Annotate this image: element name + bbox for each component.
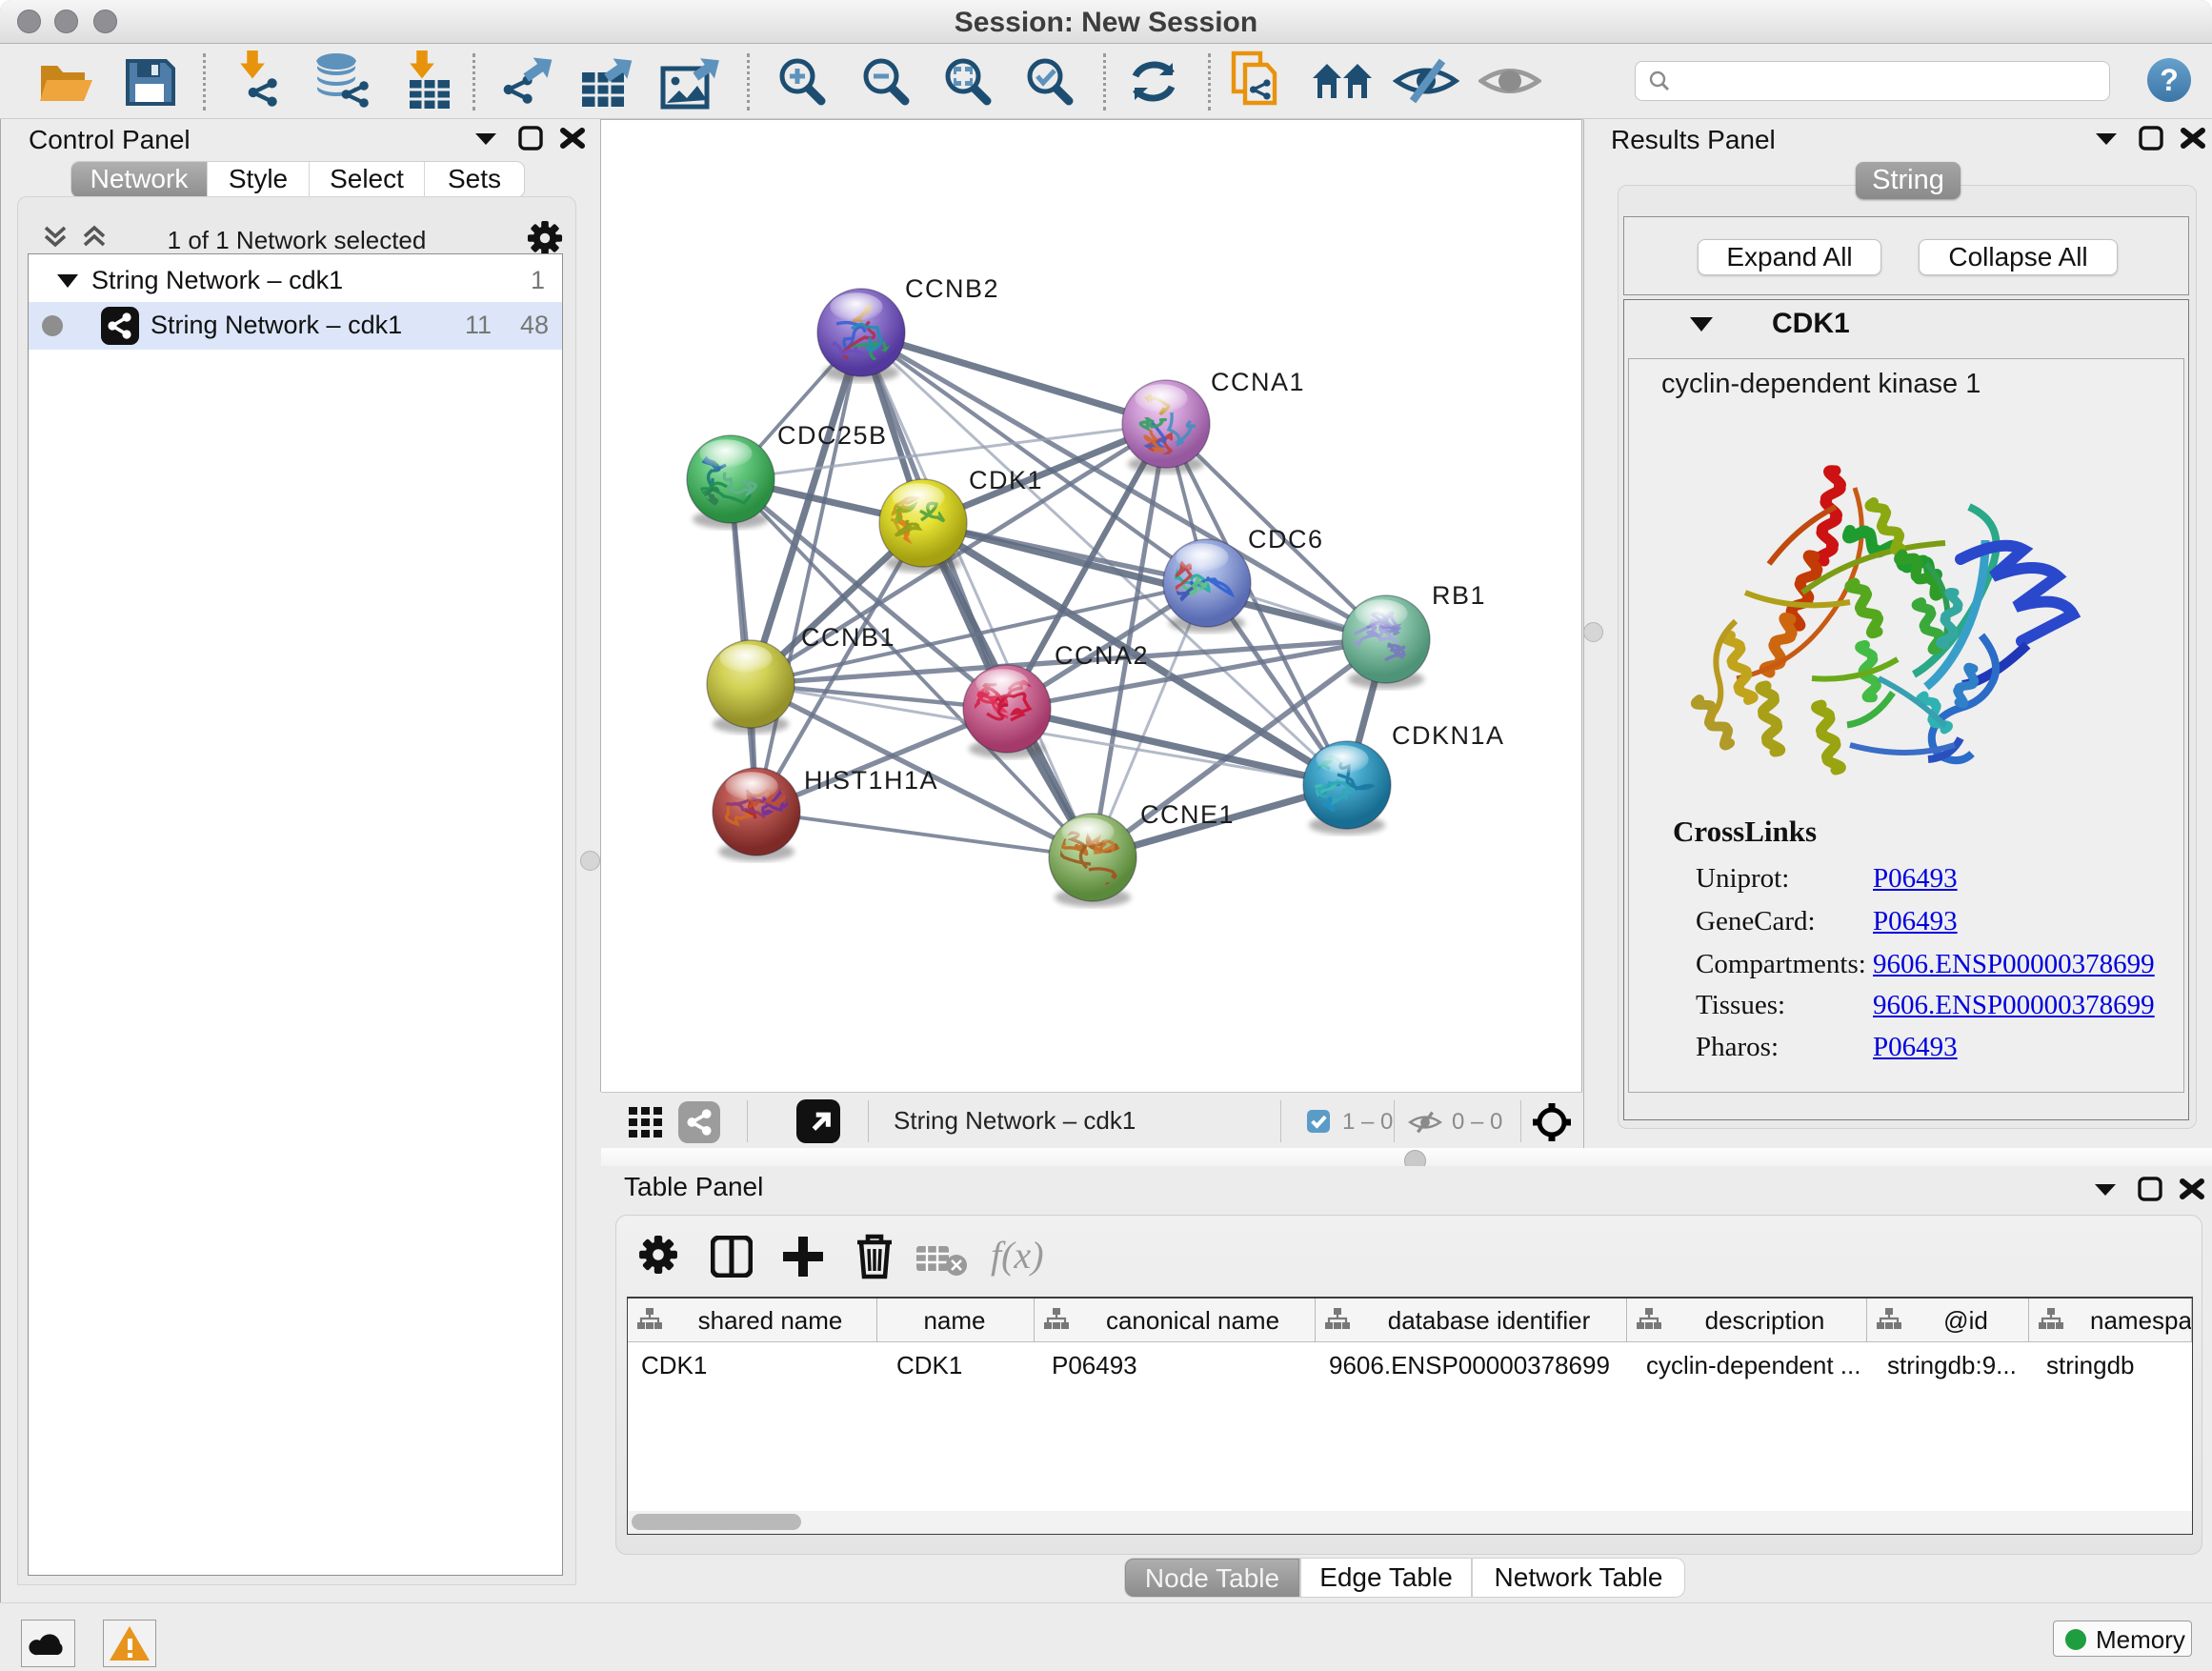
svg-text:CCNB1: CCNB1 [801,623,895,652]
svg-text:CDC6: CDC6 [1248,525,1324,554]
svg-text:CCNA1: CCNA1 [1211,368,1305,396]
svg-text:CDKN1A: CDKN1A [1392,721,1505,750]
svg-text:RB1: RB1 [1432,581,1486,610]
svg-text:HIST1H1A: HIST1H1A [804,766,938,795]
svg-text:CCNB2: CCNB2 [905,274,999,303]
svg-text:CDC25B: CDC25B [777,421,888,450]
svg-text:CCNA2: CCNA2 [1055,641,1149,670]
svg-text:CCNE1: CCNE1 [1140,800,1235,829]
svg-text:CDK1: CDK1 [969,466,1043,494]
